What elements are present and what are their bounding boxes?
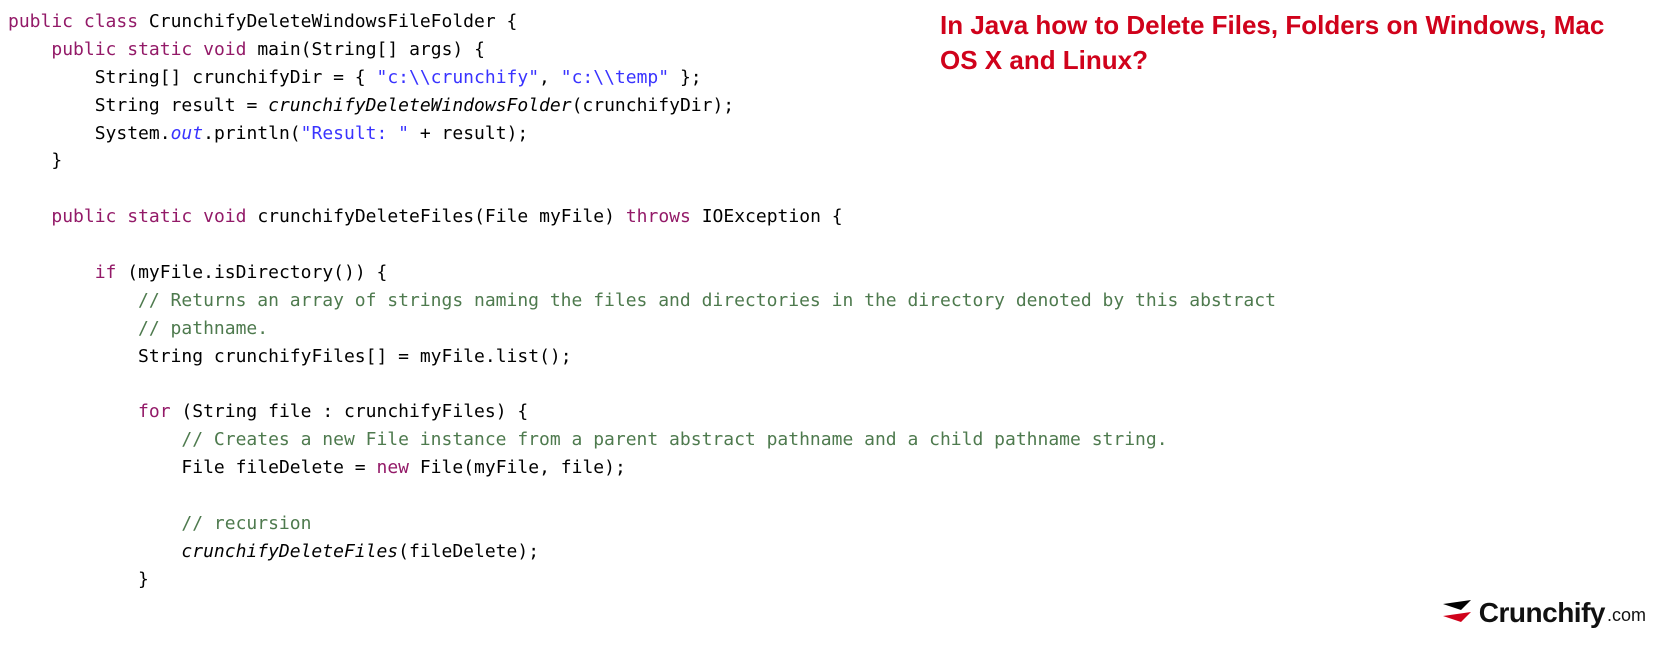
type: String [192, 401, 257, 422]
var: crunchifyFiles [214, 346, 366, 367]
kw-public: public [51, 39, 116, 60]
kw-for: for [138, 401, 171, 422]
arg: myFile [474, 457, 539, 478]
call: isDirectory [214, 262, 333, 283]
var: file [268, 401, 311, 422]
arg: crunchifyDir [582, 95, 712, 116]
type: File [181, 457, 224, 478]
kw-class: class [84, 11, 138, 32]
kw-if: if [95, 262, 117, 283]
sys: System [95, 123, 160, 144]
var: result [442, 123, 507, 144]
type: String[] [95, 67, 182, 88]
ctor-type: File [420, 457, 463, 478]
static-call: crunchifyDeleteWindowsFolder [268, 95, 571, 116]
param-name: myFile [539, 206, 604, 227]
comment: // Creates a new File instance from a pa… [181, 429, 1167, 450]
println: println [214, 123, 290, 144]
logo-brand: Crunchify [1479, 591, 1605, 634]
var: fileDelete [236, 457, 344, 478]
param-type: File [485, 206, 528, 227]
var: result [171, 95, 236, 116]
comment: // recursion [181, 513, 311, 534]
var: crunchifyDir [192, 67, 322, 88]
arg: file [561, 457, 604, 478]
code-block: public class CrunchifyDeleteWindowsFileF… [0, 0, 1666, 602]
arg: fileDelete [409, 541, 517, 562]
throws-type: IOException [702, 206, 821, 227]
method-name: crunchifyDeleteFiles [257, 206, 474, 227]
method-main: main [257, 39, 300, 60]
kw-public: public [51, 206, 116, 227]
param-name: args [409, 39, 452, 60]
comment: // Returns an array of strings naming th… [138, 290, 1276, 311]
iter: crunchifyFiles [344, 401, 496, 422]
logo-suffix: .com [1607, 602, 1646, 630]
kw-static: static [127, 39, 192, 60]
out: out [171, 123, 204, 144]
kw-void: void [203, 206, 246, 227]
string-literal: "c:\\temp" [561, 67, 669, 88]
string-literal: "c:\\crunchify" [376, 67, 539, 88]
type: String [95, 95, 160, 116]
obj: myFile [420, 346, 485, 367]
logo: Crunchify .com [1439, 591, 1646, 634]
kw-throws: throws [626, 206, 691, 227]
headline: In Java how to Delete Files, Folders on … [940, 8, 1646, 78]
class-name: CrunchifyDeleteWindowsFileFolder [149, 11, 496, 32]
kw-public: public [8, 11, 73, 32]
comment: // pathname. [138, 318, 268, 339]
call: list [496, 346, 539, 367]
kw-void: void [203, 39, 246, 60]
obj: myFile [138, 262, 203, 283]
logo-icon [1439, 596, 1475, 628]
kw-static: static [127, 206, 192, 227]
param-type: String[] [312, 39, 399, 60]
static-call: crunchifyDeleteFiles [181, 541, 398, 562]
string-literal: "Result: " [301, 123, 409, 144]
type: String [138, 346, 203, 367]
kw-new: new [376, 457, 409, 478]
